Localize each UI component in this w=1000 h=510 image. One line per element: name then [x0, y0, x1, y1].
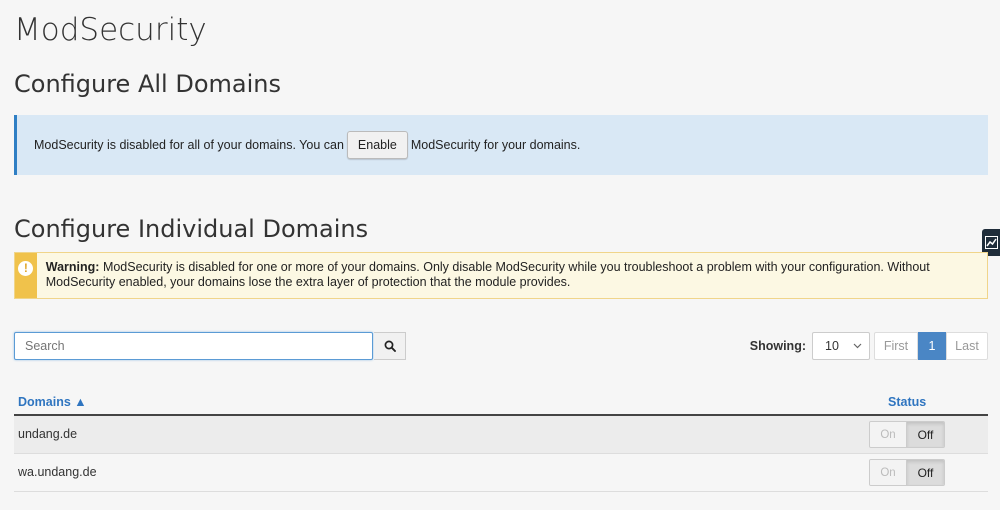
page-title: ModSecurity — [14, 12, 207, 48]
domain-cell: wa.undang.de — [18, 465, 97, 479]
status-toggle: On Off — [869, 459, 945, 486]
search-input[interactable] — [14, 332, 373, 360]
configure-individual-heading: Configure Individual Domains — [14, 215, 369, 243]
last-page-button[interactable]: Last — [946, 332, 988, 360]
showing-label: Showing: — [749, 339, 806, 353]
exclamation-icon: ! — [18, 261, 34, 276]
search-group — [14, 332, 406, 360]
toggle-off-button[interactable]: Off — [907, 460, 944, 485]
search-icon — [384, 340, 396, 352]
chevron-down-icon — [853, 343, 862, 349]
status-column-header: Status — [888, 395, 927, 409]
configure-all-info-box: ModSecurity is disabled for all of your … — [14, 115, 988, 175]
table-header: Domains ▲ Status — [14, 390, 988, 416]
domains-column-header[interactable]: Domains ▲ — [18, 395, 87, 409]
info-text-after: ModSecurity for your domains. — [410, 138, 581, 152]
toggle-off-button[interactable]: Off — [907, 422, 944, 447]
warning-label: Warning: — [45, 260, 100, 274]
table-row: wa.undang.de On Off — [14, 454, 988, 492]
pagination: Showing: 10 First 1 Last — [750, 332, 988, 360]
domains-table: Domains ▲ Status undang.de On Off wa.und… — [14, 390, 988, 492]
table-row: undang.de On Off — [14, 416, 988, 454]
warning-message: Warning: ModSecurity is disabled for one… — [37, 253, 987, 298]
page-size-select[interactable]: 10 — [812, 332, 870, 360]
status-toggle: On Off — [869, 421, 945, 448]
domain-cell: undang.de — [18, 427, 78, 441]
chart-icon — [984, 236, 998, 249]
page-1-button[interactable]: 1 — [918, 332, 946, 360]
enable-button[interactable]: Enable — [346, 131, 408, 159]
warning-text: ModSecurity is disabled for one or more … — [45, 260, 930, 289]
configure-all-heading: Configure All Domains — [14, 70, 281, 98]
search-button[interactable] — [374, 332, 406, 360]
toggle-on-button[interactable]: On — [870, 460, 907, 485]
toggle-on-button[interactable]: On — [870, 422, 907, 447]
info-text-before: ModSecurity is disabled for all of your … — [34, 138, 344, 152]
first-page-button[interactable]: First — [874, 332, 918, 360]
page-size-value: 10 — [825, 339, 839, 353]
warning-alert: ! Warning: ModSecurity is disabled for o… — [14, 252, 988, 299]
